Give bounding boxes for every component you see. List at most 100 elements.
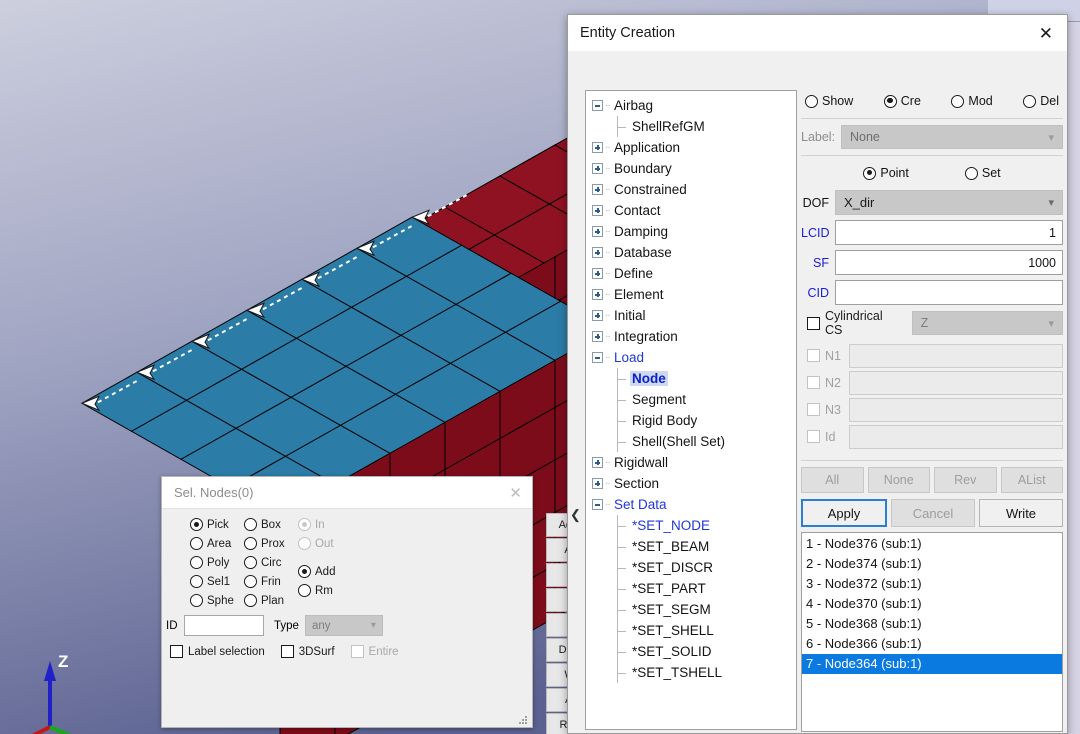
radio-pick[interactable]: Pick <box>190 515 234 534</box>
tree-item-segment[interactable]: Segment <box>586 389 796 410</box>
radio-circ[interactable]: Circ <box>244 553 285 572</box>
entity-tree[interactable]: ·· Airbag ShellRefGM ·· Application ·· Boundar… <box>585 90 797 730</box>
close-icon[interactable]: ✕ <box>509 484 522 502</box>
selected-node-list[interactable]: 1 - Node376 (sub:1) 2 - Node374 (sub:1) 3 … <box>801 532 1063 732</box>
radio-prox[interactable]: Prox <box>244 534 285 553</box>
dof-select[interactable]: X_dir ▾ <box>835 190 1063 215</box>
expand-icon[interactable] <box>592 478 603 489</box>
radio-show[interactable]: Show <box>805 94 853 108</box>
tree-item-database[interactable]: ·· Database <box>586 242 796 263</box>
radio-box[interactable]: Box <box>244 515 285 534</box>
tree-item-integration[interactable]: ·· Integration <box>586 326 796 347</box>
tree-item-initial[interactable]: ·· Initial <box>586 305 796 326</box>
tree-item-set-solid[interactable]: *SET_SOLID <box>586 641 796 662</box>
all-button[interactable]: All <box>801 467 864 493</box>
tree-item-airbag[interactable]: ·· Airbag <box>586 95 796 116</box>
node-list-item[interactable]: 6 - Node366 (sub:1) <box>802 634 1062 654</box>
tree-item-set-shell[interactable]: *SET_SHELL <box>586 620 796 641</box>
radio-del[interactable]: Del <box>1023 94 1059 108</box>
tree-item-set-tshell[interactable]: *SET_TSHELL <box>586 662 796 683</box>
lcid-input[interactable]: 1 <box>835 220 1063 245</box>
entity-creation-dialog[interactable]: Entity Creation ✕ ❮ ·· Airbag ShellRefGM ··… <box>567 14 1068 734</box>
expand-icon[interactable] <box>592 268 603 279</box>
resize-grip[interactable] <box>519 716 529 726</box>
radio-area[interactable]: Area <box>190 534 234 553</box>
tree-item-set-beam[interactable]: *SET_BEAM <box>586 536 796 557</box>
tree-item-node[interactable]: Node <box>586 368 796 389</box>
tree-item-damping[interactable]: ·· Damping <box>586 221 796 242</box>
tree-item-shellrefgm[interactable]: ShellRefGM <box>586 116 796 137</box>
expand-icon[interactable] <box>592 247 603 258</box>
sf-input[interactable]: 1000 <box>835 250 1063 275</box>
n1-checkbox[interactable] <box>807 349 820 362</box>
tree-item-application[interactable]: ·· Application <box>586 137 796 158</box>
expand-icon[interactable] <box>592 331 603 342</box>
radio-rm[interactable]: Rm <box>298 581 335 600</box>
label-selection-checkbox[interactable]: Label selection <box>170 645 265 658</box>
node-list-item[interactable]: 1 - Node376 (sub:1) <box>802 534 1062 554</box>
radio-mod[interactable]: Mod <box>951 94 993 108</box>
tree-item-set-discr[interactable]: *SET_DISCR <box>586 557 796 578</box>
node-list-item[interactable]: 5 - Node368 (sub:1) <box>802 614 1062 634</box>
expand-icon[interactable] <box>592 457 603 468</box>
tree-item-define[interactable]: ·· Define <box>586 263 796 284</box>
node-list-item[interactable]: 7 - Node364 (sub:1) <box>802 654 1062 674</box>
radio-plan[interactable]: Plan <box>244 591 285 610</box>
none-button[interactable]: None <box>867 467 930 493</box>
id-input[interactable] <box>184 615 264 636</box>
expand-icon[interactable] <box>592 184 603 195</box>
expand-icon[interactable] <box>592 142 603 153</box>
chevron-left-icon[interactable]: ❮ <box>569 497 582 533</box>
radio-frin[interactable]: Frin <box>244 572 285 591</box>
tree-item-shell-shell-set[interactable]: Shell(Shell Set) <box>586 431 796 452</box>
collapse-icon[interactable] <box>592 499 603 510</box>
node-list-item[interactable]: 3 - Node372 (sub:1) <box>802 574 1062 594</box>
radio-sphe[interactable]: Sphe <box>190 591 234 610</box>
id-input[interactable] <box>849 424 1063 449</box>
tree-item-boundary[interactable]: ·· Boundary <box>586 158 796 179</box>
expand-icon[interactable] <box>592 289 603 300</box>
expand-icon[interactable] <box>592 163 603 174</box>
apply-button[interactable]: Apply <box>801 499 887 527</box>
tree-item-load[interactable]: ·· Load <box>586 347 796 368</box>
cylindrical-cs-checkbox[interactable]: Cylindrical CS <box>807 309 902 337</box>
id-checkbox[interactable] <box>807 430 820 443</box>
radio-add[interactable]: Add <box>298 562 335 581</box>
tree-item-section[interactable]: ·· Section <box>586 473 796 494</box>
n3-checkbox[interactable] <box>807 403 820 416</box>
alist-button[interactable]: AList <box>1000 467 1063 493</box>
3dsurf-checkbox[interactable]: 3DSurf <box>280 645 335 658</box>
tree-item-set-node[interactable]: *SET_NODE <box>586 515 796 536</box>
radio-point[interactable]: Point <box>863 166 909 180</box>
collapse-icon[interactable] <box>592 352 603 363</box>
tree-item-set-data[interactable]: ·· Set Data <box>586 494 796 515</box>
radio-poly[interactable]: Poly <box>190 553 234 572</box>
tree-item-contact[interactable]: ·· Contact <box>586 200 796 221</box>
node-list-item[interactable]: 4 - Node370 (sub:1) <box>802 594 1062 614</box>
expand-icon[interactable] <box>592 310 603 321</box>
collapse-icon[interactable] <box>592 100 603 111</box>
tree-item-set-part[interactable]: *SET_PART <box>586 578 796 599</box>
cancel-button[interactable]: Cancel <box>891 499 975 527</box>
cylindrical-axis-select[interactable]: Z ▾ <box>911 311 1063 335</box>
n1-input[interactable] <box>849 343 1063 368</box>
select-nodes-dialog[interactable]: Sel. Nodes(0) ✕ Pick Area Poly Sel1 Sphe… <box>161 476 694 734</box>
write-button[interactable]: Write <box>979 499 1063 527</box>
radio-in[interactable]: In <box>298 515 334 534</box>
expand-icon[interactable] <box>592 205 603 216</box>
tree-item-rigidwall[interactable]: ·· Rigidwall <box>586 452 796 473</box>
radio-set[interactable]: Set <box>964 166 1001 180</box>
rev-button[interactable]: Rev <box>934 467 997 493</box>
n2-input[interactable] <box>849 370 1063 395</box>
node-list-item[interactable]: 2 - Node374 (sub:1) <box>802 554 1062 574</box>
n3-input[interactable] <box>849 397 1063 422</box>
label-select[interactable]: None ▾ <box>841 125 1063 149</box>
close-icon[interactable]: ✕ <box>1039 25 1053 42</box>
type-select[interactable]: any ▾ <box>304 615 383 636</box>
n2-checkbox[interactable] <box>807 376 820 389</box>
tree-item-constrained[interactable]: ·· Constrained <box>586 179 796 200</box>
radio-out[interactable]: Out <box>298 534 334 553</box>
tree-item-element[interactable]: ·· Element <box>586 284 796 305</box>
cid-input[interactable] <box>835 280 1063 305</box>
expand-icon[interactable] <box>592 226 603 237</box>
